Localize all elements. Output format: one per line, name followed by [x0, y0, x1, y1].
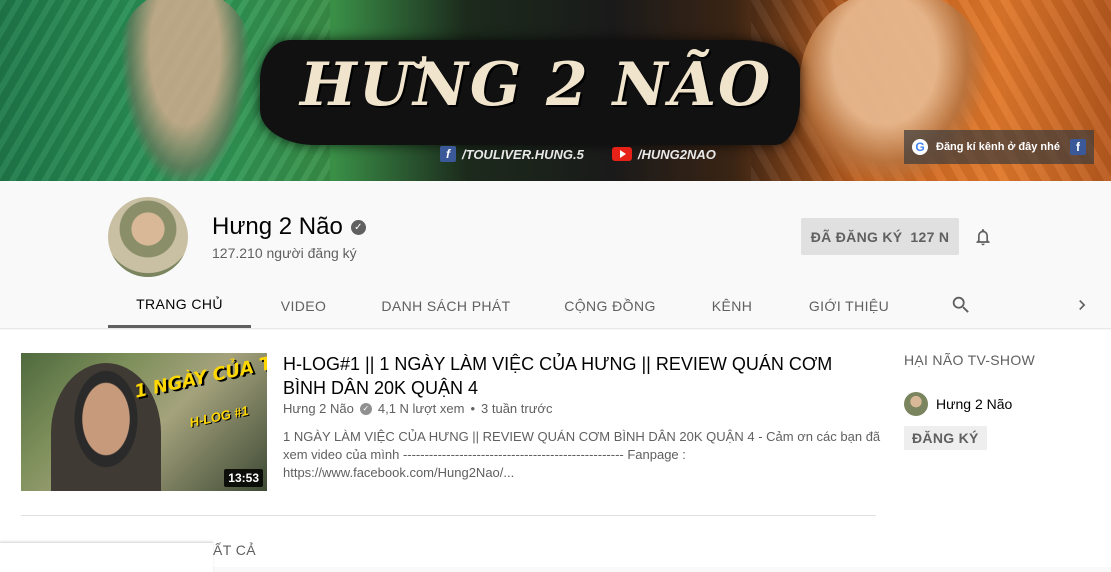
channel-header: Hưng 2 Não ✓ 127.210 người đăng ký ĐÃ ĐĂ…: [0, 181, 1111, 329]
popup-edge: [0, 542, 213, 572]
banner-portrait-left: [120, 0, 250, 181]
subscriber-count: 127.210 người đăng ký: [212, 245, 357, 261]
video-views: 4,1 N lượt xem: [377, 401, 465, 416]
banner-youtube-text: /HUNG2NAO: [637, 146, 716, 162]
tab-about[interactable]: GIỚI THIỆU: [780, 283, 918, 328]
youtube-icon: [611, 147, 632, 161]
video-title[interactable]: H-LOG#1 || 1 NGÀY LÀM VIỆC CỦA HƯNG || R…: [283, 352, 843, 400]
home-content: 1 NGÀY CỦA TÔI H-LOG #1 13:53 H-LOG#1 ||…: [0, 330, 1111, 572]
featured-channel-item[interactable]: Hưng 2 Não: [904, 392, 1094, 416]
featured-channels: HẠI NÃO TV-SHOW Hưng 2 Não ĐĂNG KÝ: [904, 352, 1094, 450]
channel-avatar[interactable]: [108, 197, 188, 277]
video-channel-name[interactable]: Hưng 2 Não: [283, 401, 354, 416]
featured-channel-name[interactable]: Hưng 2 Não: [936, 396, 1012, 412]
banner-title: HƯNG 2 NÃO: [300, 50, 773, 120]
google-icon[interactable]: G: [912, 139, 928, 155]
video-meta: Hưng 2 Não ✓ 4,1 N lượt xem • 3 tuần trư…: [283, 401, 552, 416]
tab-home[interactable]: TRANG CHỦ: [108, 283, 251, 328]
video-thumbnail[interactable]: 1 NGÀY CỦA TÔI H-LOG #1 13:53: [21, 353, 267, 491]
video-description: 1 NGÀY LÀM VIỆC CỦA HƯNG || REVIEW QUÁN …: [283, 429, 881, 480]
bell-icon[interactable]: [973, 226, 993, 248]
subscribed-count: 127 N: [910, 228, 950, 245]
tab-community[interactable]: CỘNG ĐỒNG: [536, 283, 684, 328]
banner-facebook-text: /TOULIVER.HUNG.5: [462, 146, 584, 162]
banner-facebook-link: f /TOULIVER.HUNG.5: [440, 146, 584, 162]
verified-icon: ✓: [359, 402, 372, 415]
tab-channels[interactable]: KÊNH: [684, 283, 780, 328]
banner-overlay-text[interactable]: Đăng kí kênh ở đây nhé: [936, 141, 1062, 153]
facebook-icon[interactable]: f: [1070, 139, 1086, 155]
channel-tabs: TRANG CHỦ VIDEO DANH SÁCH PHÁT CỘNG ĐỒNG…: [108, 283, 918, 328]
verified-icon: ✓: [350, 219, 366, 235]
featured-channel-avatar[interactable]: [904, 392, 928, 416]
meta-separator: •: [470, 401, 476, 416]
subscribed-button[interactable]: ĐÃ ĐĂNG KÝ 127 N: [801, 218, 959, 255]
video-age: 3 tuần trước: [481, 401, 553, 416]
tab-playlists[interactable]: DANH SÁCH PHÁT: [356, 283, 536, 328]
facebook-icon: f: [440, 146, 456, 162]
search-icon[interactable]: [950, 294, 972, 316]
channel-banner: HƯNG 2 NÃO f /TOULIVER.HUNG.5 /HUNG2NAO …: [0, 0, 1111, 181]
banner-links-overlay[interactable]: G Đăng kí kênh ở đây nhé f: [904, 130, 1094, 164]
channel-name: Hưng 2 Não: [212, 213, 343, 240]
section-divider: [21, 515, 876, 516]
channel-name-row: Hưng 2 Não ✓: [212, 213, 366, 241]
banner-social-links: f /TOULIVER.HUNG.5 /HUNG2NAO: [440, 146, 716, 162]
section-label[interactable]: ẤT CẢ: [213, 542, 256, 558]
chevron-right-icon[interactable]: [1072, 294, 1092, 316]
banner-youtube-link: /HUNG2NAO: [611, 146, 716, 162]
tab-videos[interactable]: VIDEO: [251, 283, 356, 328]
featured-channels-title: HẠI NÃO TV-SHOW: [904, 352, 1036, 368]
thumbnail-subtext: H-LOG #1: [188, 402, 250, 431]
video-duration: 13:53: [224, 469, 263, 487]
subscribed-label: ĐÃ ĐĂNG KÝ: [810, 228, 903, 245]
featured-subscribe-button[interactable]: ĐĂNG KÝ: [904, 426, 987, 450]
thumbnail-text: 1 NGÀY CỦA TÔI: [132, 353, 267, 403]
